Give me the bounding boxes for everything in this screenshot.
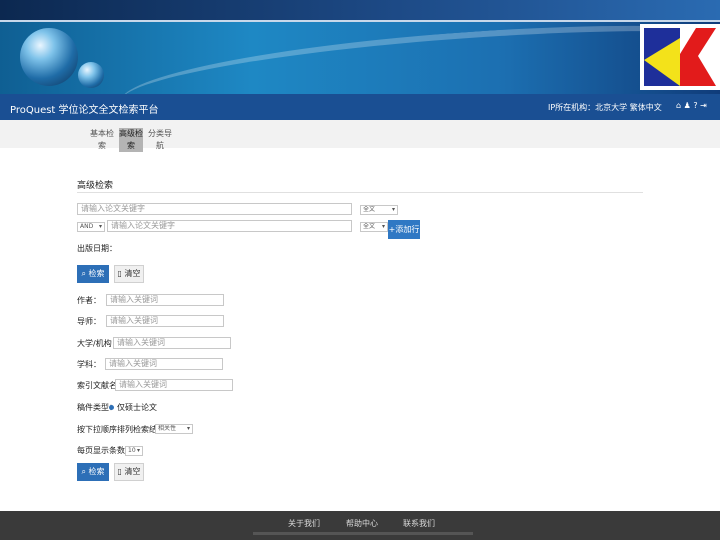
title-bar: ProQuest 学位论文全文检索平台 IP所在机构：北京大学 繁体中文 ⌂ ♟… bbox=[0, 94, 720, 120]
add-row-button[interactable]: +添加行 bbox=[388, 220, 420, 239]
banner bbox=[0, 22, 720, 94]
clear-button-bottom[interactable]: ▯ 清空 bbox=[114, 463, 144, 481]
manuscript-option[interactable]: 仅硕士论文 bbox=[117, 402, 157, 413]
field-select-1-value: 全文 bbox=[363, 206, 376, 213]
small-globe-icon bbox=[78, 62, 104, 88]
pubdate-label: 出版日期： bbox=[77, 244, 117, 253]
manuscript-radio[interactable] bbox=[109, 405, 114, 410]
advisor-input[interactable]: 请输入关键词 bbox=[106, 315, 224, 327]
search-icon: ⌕ bbox=[81, 269, 86, 278]
field-select-2[interactable]: 全文 ▾ bbox=[360, 222, 388, 232]
subject-input[interactable]: 请输入关键词 bbox=[105, 358, 223, 370]
app-title: ProQuest 学位论文全文检索平台 bbox=[10, 105, 159, 116]
field-select-2-value: 全文 bbox=[363, 223, 376, 230]
search-button-label: 检索 bbox=[88, 269, 105, 278]
top-strip bbox=[0, 0, 720, 20]
home-icon[interactable]: ⌂ bbox=[676, 101, 681, 110]
search-button-bottom-label: 检索 bbox=[88, 467, 105, 476]
clear-button-label: 清空 bbox=[124, 269, 141, 278]
institution-input[interactable]: 请输入关键词 bbox=[113, 337, 231, 349]
globe-icon bbox=[20, 28, 78, 86]
exit-icon[interactable]: ⇥ bbox=[700, 101, 707, 110]
trash-icon: ▯ bbox=[117, 467, 122, 476]
help-icon[interactable]: ? bbox=[693, 101, 697, 110]
footer-link-about[interactable]: 关于我们 bbox=[288, 518, 320, 529]
advisor-label: 导师： bbox=[77, 317, 101, 326]
copyright-line bbox=[253, 532, 473, 535]
tab-basic-search[interactable]: 基本检索 bbox=[90, 128, 114, 152]
per-page-value: 10 bbox=[128, 447, 136, 454]
chevron-down-icon: ▾ bbox=[381, 223, 385, 230]
clear-button-bottom-label: 清空 bbox=[124, 467, 141, 476]
header-icons: ⌂ ♟ ? ⇥ bbox=[676, 101, 707, 110]
footer-link-help[interactable]: 帮助中心 bbox=[346, 518, 378, 529]
per-page-select[interactable]: 10 ▾ bbox=[125, 446, 143, 456]
author-label: 作者： bbox=[77, 296, 101, 305]
field-select-1[interactable]: 全文 ▾ bbox=[360, 205, 398, 215]
search-button-bottom[interactable]: ⌕ 检索 bbox=[77, 463, 109, 481]
author-input[interactable]: 请输入关键词 bbox=[106, 294, 224, 306]
page-heading: 高级检索 bbox=[77, 181, 114, 191]
banner-swoosh bbox=[117, 22, 720, 94]
trash-icon: ▯ bbox=[117, 269, 122, 278]
keyword-input-1[interactable]: 请输入论文关键字 bbox=[77, 203, 352, 215]
operator-select-value: AND bbox=[80, 223, 94, 230]
chevron-down-icon: ▾ bbox=[98, 223, 102, 230]
search-icon: ⌕ bbox=[81, 467, 86, 476]
index-title-input[interactable]: 请输入关键词 bbox=[115, 379, 233, 391]
search-button[interactable]: ⌕ 检索 bbox=[77, 265, 109, 283]
footer-link-contact[interactable]: 联系我们 bbox=[403, 518, 435, 529]
chevron-down-icon: ▾ bbox=[391, 206, 395, 213]
sort-select-value: 相关性 bbox=[158, 425, 177, 432]
brand-logo bbox=[640, 24, 720, 90]
clear-button[interactable]: ▯ 清空 bbox=[114, 265, 144, 283]
footer: 关于我们 帮助中心 联系我们 bbox=[0, 511, 720, 540]
chevron-down-icon: ▾ bbox=[136, 447, 140, 454]
tab-category-nav[interactable]: 分类导航 bbox=[148, 128, 172, 152]
user-icon[interactable]: ♟ bbox=[684, 101, 691, 110]
tab-advanced-search[interactable]: 高级检索 bbox=[119, 128, 143, 152]
subject-label: 学科： bbox=[77, 360, 101, 369]
heading-divider bbox=[77, 192, 643, 193]
operator-select[interactable]: AND ▾ bbox=[77, 222, 105, 232]
keyword-input-2[interactable]: 请输入论文关键字 bbox=[107, 220, 352, 232]
chevron-down-icon: ▾ bbox=[186, 425, 190, 432]
institution-info[interactable]: IP所在机构：北京大学 繁体中文 bbox=[548, 102, 662, 113]
sort-select[interactable]: 相关性 ▾ bbox=[155, 424, 193, 434]
